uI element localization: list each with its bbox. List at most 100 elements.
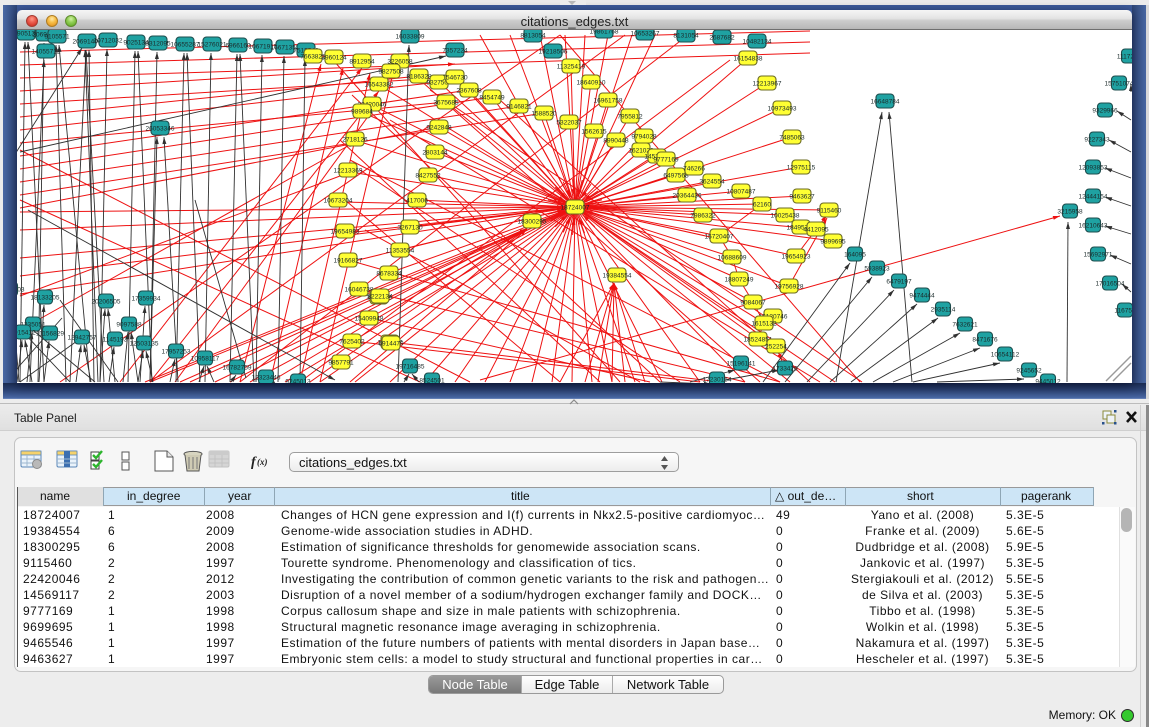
- svg-text:7632621: 7632621: [952, 322, 978, 329]
- svg-text:3624554: 3624554: [699, 179, 725, 186]
- svg-text:3915412: 3915412: [17, 330, 36, 337]
- svg-text:9242848: 9242848: [426, 125, 452, 132]
- svg-text:9794028: 9794028: [631, 134, 657, 141]
- svg-text:9084067: 9084067: [740, 300, 766, 307]
- svg-text:6966160: 6966160: [225, 43, 251, 50]
- svg-text:10655287: 10655287: [171, 42, 200, 49]
- svg-text:10482134: 10482134: [743, 39, 772, 46]
- svg-text:10807487: 10807487: [727, 189, 756, 196]
- svg-text:2803144: 2803144: [422, 150, 448, 157]
- svg-text:10654112: 10654112: [991, 352, 1020, 359]
- svg-text:7955812: 7955812: [617, 114, 643, 121]
- svg-text:18807249: 18807249: [725, 277, 754, 284]
- svg-text:17957253: 17957253: [162, 349, 191, 356]
- svg-text:164095: 164095: [844, 252, 866, 259]
- svg-text:9899695: 9899695: [820, 239, 846, 246]
- svg-text:9227343: 9227343: [1084, 137, 1110, 144]
- svg-text:8990448: 8990448: [603, 138, 629, 145]
- svg-text:10673204: 10673204: [324, 198, 353, 205]
- svg-text:417006: 417006: [406, 198, 428, 205]
- svg-text:12213369: 12213369: [334, 168, 363, 175]
- svg-text:7625402: 7625402: [339, 339, 365, 346]
- svg-text:3675685: 3675685: [433, 100, 459, 107]
- svg-text:8222134: 8222134: [367, 294, 393, 301]
- svg-text:16961758: 16961758: [594, 98, 623, 105]
- svg-text:8471676: 8471676: [972, 337, 998, 344]
- svg-text:18640910: 18640910: [577, 80, 606, 87]
- svg-text:10973493: 10973493: [768, 106, 797, 113]
- svg-text:2687682: 2687682: [709, 35, 735, 42]
- svg-text:8312095: 8312095: [145, 41, 171, 48]
- svg-text:1145193: 1145193: [103, 337, 128, 344]
- svg-text:9857791: 9857791: [328, 360, 354, 367]
- svg-text:9827508: 9827508: [378, 69, 404, 76]
- svg-text:9105571: 9105571: [44, 34, 70, 41]
- svg-text:18300295: 18300295: [518, 219, 547, 226]
- svg-text:12323446: 12323446: [252, 375, 281, 382]
- svg-text:17359934: 17359934: [132, 296, 161, 303]
- svg-text:18724007: 18724007: [561, 205, 590, 212]
- svg-text:6479197: 6479197: [886, 279, 912, 286]
- svg-text:9329966: 9329966: [1092, 108, 1118, 115]
- svg-text:15751074: 15751074: [1105, 81, 1132, 88]
- svg-text:14055712: 14055712: [32, 49, 61, 56]
- svg-text:15196141: 15196141: [727, 361, 756, 368]
- svg-text:19654923: 19654923: [782, 254, 811, 261]
- svg-text:9245013: 9245013: [285, 379, 311, 384]
- svg-text:15276021: 15276021: [198, 42, 227, 49]
- svg-text:5322037: 5322037: [556, 120, 582, 127]
- svg-text:3215958: 3215958: [1057, 209, 1083, 216]
- svg-text:8454749: 8454749: [479, 95, 505, 102]
- svg-text:5938923: 5938923: [864, 266, 890, 273]
- svg-text:26260503: 26260503: [17, 287, 25, 294]
- svg-text:9115460: 9115460: [817, 208, 842, 215]
- svg-text:16543382: 16543382: [365, 82, 394, 89]
- svg-text:12975115: 12975115: [787, 165, 816, 172]
- svg-text:9777169: 9777169: [653, 157, 679, 164]
- svg-text:15720407: 15720407: [705, 234, 734, 241]
- svg-text:7986322: 7986322: [690, 213, 716, 220]
- svg-text:19716485: 19716485: [396, 364, 425, 371]
- svg-text:19756928: 19756928: [775, 284, 804, 291]
- svg-text:11156829: 11156829: [36, 331, 64, 338]
- svg-text:8131054: 8131054: [673, 33, 699, 40]
- svg-text:6914479: 6914479: [378, 341, 404, 348]
- svg-text:9146821: 9146821: [506, 104, 532, 111]
- svg-text:62160: 62160: [753, 202, 771, 209]
- svg-text:8524501: 8524501: [419, 378, 445, 384]
- svg-text:989684: 989684: [351, 109, 373, 116]
- svg-text:17230154: 17230154: [703, 377, 732, 384]
- svg-text:1117203: 1117203: [1117, 54, 1132, 61]
- svg-text:8912954: 8912954: [349, 59, 375, 66]
- svg-text:19861768: 19861768: [590, 30, 619, 36]
- svg-text:252254: 252254: [765, 344, 787, 351]
- svg-text:2935114: 2935114: [931, 307, 956, 314]
- svg-text:20206505: 20206505: [92, 299, 121, 306]
- svg-text:19384554: 19384554: [603, 273, 632, 280]
- svg-text:16210643: 16210643: [1079, 223, 1108, 230]
- svg-text:12093853: 12093853: [1079, 165, 1108, 172]
- svg-text:1546730: 1546730: [442, 75, 468, 82]
- svg-text:18133205: 18133205: [31, 295, 60, 302]
- svg-text:16154838: 16154838: [734, 56, 763, 63]
- svg-text:26053346: 26053346: [146, 126, 175, 133]
- svg-text:10958117: 10958117: [191, 356, 220, 363]
- svg-text:9245652: 9245652: [1016, 368, 1042, 375]
- svg-text:8813054: 8813054: [520, 33, 546, 40]
- svg-text:20364436: 20364436: [673, 193, 702, 200]
- svg-text:1615132: 1615132: [751, 321, 777, 328]
- svg-text:9097588: 9097588: [116, 322, 142, 329]
- svg-text:10653267: 10653267: [631, 31, 660, 38]
- svg-text:9445012: 9445012: [1035, 379, 1061, 384]
- svg-text:11325419: 11325419: [557, 64, 586, 71]
- svg-text:746266: 746266: [683, 166, 705, 173]
- svg-text:16782759: 16782759: [223, 365, 252, 372]
- svg-text:19654983: 19654983: [331, 229, 360, 236]
- svg-text:12503135: 12503135: [130, 341, 159, 348]
- svg-text:1588520: 1588520: [531, 111, 557, 118]
- svg-text:12213967: 12213967: [753, 81, 782, 88]
- svg-text:11353554: 11353554: [386, 248, 415, 255]
- svg-text:7357224: 7357224: [442, 48, 468, 55]
- svg-text:7485063: 7485063: [779, 135, 805, 142]
- svg-text:17016504: 17016504: [1096, 281, 1125, 288]
